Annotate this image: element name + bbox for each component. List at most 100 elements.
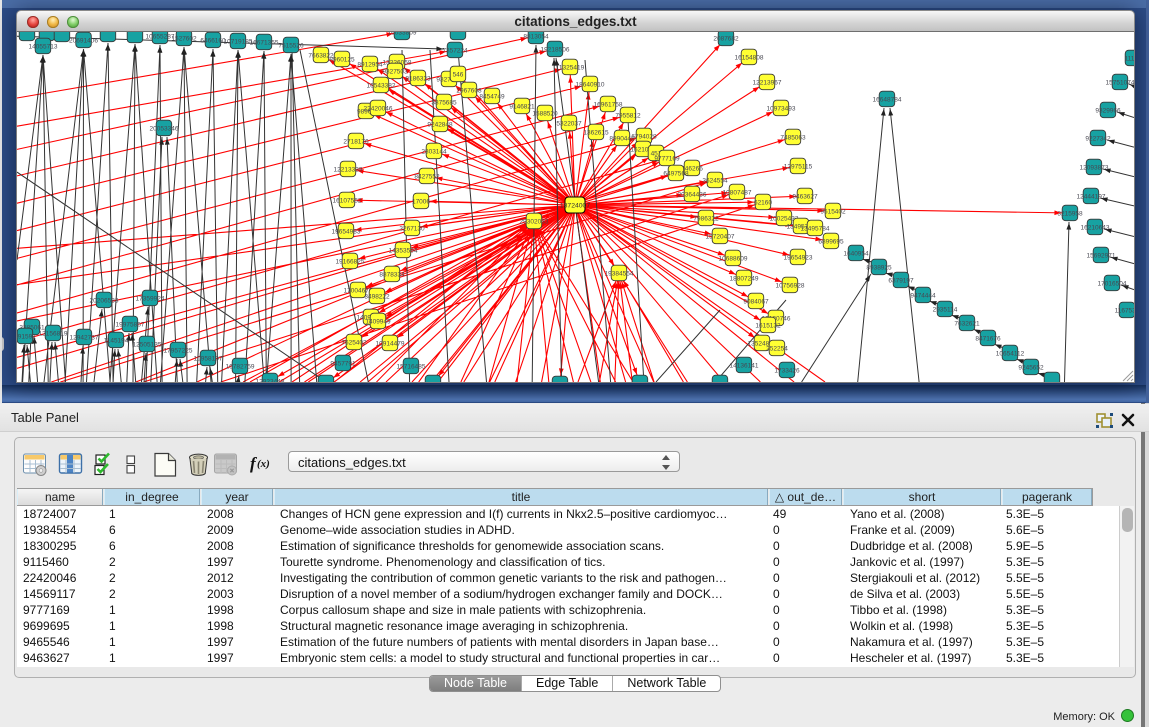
svg-text:12156819: 12156819 <box>39 330 68 337</box>
svg-text:16210643: 16210643 <box>1081 224 1110 231</box>
svg-text:16107552: 16107552 <box>333 197 362 204</box>
svg-text:12923448: 12923448 <box>256 378 285 382</box>
svg-text:15692971: 15692971 <box>1087 252 1116 259</box>
svg-text:18807249: 18807249 <box>730 275 759 282</box>
svg-text:1615132: 1615132 <box>755 322 781 329</box>
svg-text:12942737: 12942737 <box>70 334 99 341</box>
svg-text:7955812: 7955812 <box>615 112 641 119</box>
svg-text:3624554: 3624554 <box>702 177 728 184</box>
svg-text:20053346: 20053346 <box>150 125 179 132</box>
svg-text:10688609: 10688609 <box>719 255 748 262</box>
svg-text:1588520: 1588520 <box>532 110 558 117</box>
svg-text:3267130: 3267130 <box>399 225 425 232</box>
svg-text:10973493: 10973493 <box>767 105 796 112</box>
svg-text:9245652: 9245652 <box>1018 364 1044 371</box>
svg-text:12444197: 12444197 <box>1077 193 1106 200</box>
svg-text:10807487: 10807487 <box>723 189 752 196</box>
svg-text:22420046: 22420046 <box>364 105 393 112</box>
svg-text:2935114: 2935114 <box>933 306 958 313</box>
svg-text:8813054: 8813054 <box>523 33 549 40</box>
svg-text:14136141: 14136141 <box>730 362 759 369</box>
svg-text:7357224: 7357224 <box>442 47 468 54</box>
svg-text:10756928: 10756928 <box>776 282 805 289</box>
svg-text:10958107: 10958107 <box>194 355 223 362</box>
svg-text:9242848: 9242848 <box>427 121 453 128</box>
svg-text:2718176: 2718176 <box>343 138 369 145</box>
svg-text:12213339: 12213339 <box>334 166 363 173</box>
svg-text:19654983: 19654983 <box>332 228 361 235</box>
svg-text:1145194: 1145194 <box>104 337 129 344</box>
svg-text:16671355: 16671355 <box>250 39 279 46</box>
svg-text:6497568: 6497568 <box>663 170 689 177</box>
svg-text:19654923: 19654923 <box>784 254 813 261</box>
svg-text:8454749: 8454749 <box>479 93 505 100</box>
svg-text:3875685: 3875685 <box>431 99 457 106</box>
svg-text:9227342: 9227342 <box>1085 135 1111 142</box>
svg-text:8912954: 8912954 <box>357 61 383 68</box>
svg-text:16033809: 16033809 <box>388 32 417 36</box>
svg-text:16782759: 16782759 <box>226 363 255 370</box>
svg-text:18640910: 18640910 <box>576 81 605 88</box>
svg-text:1409949: 1409949 <box>365 318 391 325</box>
svg-text:8938925: 8938925 <box>866 264 892 271</box>
svg-text:3498222: 3498222 <box>364 293 390 300</box>
svg-text:14353594: 14353594 <box>389 247 418 254</box>
svg-text:20364436: 20364436 <box>678 191 707 198</box>
svg-text:1527602: 1527602 <box>171 35 197 42</box>
svg-text:15716485: 15716485 <box>397 363 426 370</box>
svg-text:17016504: 17016504 <box>1098 280 1127 287</box>
svg-text:11325419: 11325419 <box>556 64 585 71</box>
svg-text:16543382: 16543382 <box>367 82 396 89</box>
svg-text:10719185: 10719185 <box>224 38 253 45</box>
svg-text:8427552: 8427552 <box>414 173 440 180</box>
svg-text:14055713: 14055713 <box>29 43 58 50</box>
svg-text:9084067: 9084067 <box>743 298 769 305</box>
svg-text:9777169: 9777169 <box>654 155 680 162</box>
svg-text:2087682: 2087682 <box>713 35 739 42</box>
svg-text:12975115: 12975115 <box>784 163 813 170</box>
svg-text:6794028: 6794028 <box>631 133 657 140</box>
svg-text:546: 546 <box>453 71 464 78</box>
svg-text:13495784: 13495784 <box>801 225 830 232</box>
svg-text:29302033: 29302033 <box>520 218 549 225</box>
svg-text:12093873: 12093873 <box>1080 164 1109 171</box>
svg-text:9463627: 9463627 <box>792 193 818 200</box>
svg-text:18724007: 18724007 <box>560 202 590 209</box>
svg-text:9327503: 9327503 <box>382 68 408 75</box>
svg-text:16648784: 16648784 <box>873 96 902 103</box>
svg-text:(x): (x) <box>257 458 270 470</box>
svg-text:1362615: 1362615 <box>583 129 609 136</box>
svg-text:8186323: 8186323 <box>405 75 431 82</box>
svg-text:8471676: 8471676 <box>975 335 1001 342</box>
svg-text:16961758: 16961758 <box>594 101 623 108</box>
svg-text:15720407: 15720407 <box>706 233 735 240</box>
svg-text:6899695: 6899695 <box>818 238 844 245</box>
svg-text:7515526: 7515526 <box>278 42 304 49</box>
svg-text:5322037: 5322037 <box>556 120 582 127</box>
svg-text:62160: 62160 <box>754 199 772 206</box>
svg-text:7485063: 7485063 <box>780 134 806 141</box>
svg-text:6379197: 6379197 <box>888 277 914 284</box>
svg-text:10654112: 10654112 <box>996 350 1025 357</box>
svg-text:2803144: 2803144 <box>421 148 447 155</box>
svg-text:11123: 11123 <box>1124 55 1134 62</box>
svg-text:19384554: 19384554 <box>605 270 634 277</box>
svg-text:3215958: 3215958 <box>1057 210 1083 217</box>
svg-text:20691406: 20691406 <box>69 37 98 44</box>
svg-text:252254: 252254 <box>766 345 788 352</box>
svg-text:20206533: 20206533 <box>90 297 119 304</box>
svg-text:19166825: 19166825 <box>336 258 365 265</box>
svg-text:9474444: 9474444 <box>910 292 936 299</box>
svg-text:9329966: 9329966 <box>1095 107 1121 114</box>
svg-text:8960125: 8960125 <box>329 56 355 63</box>
svg-text:16154808: 16154808 <box>735 54 764 61</box>
svg-text:17957225: 17957225 <box>164 347 193 354</box>
svg-text:7986322: 7986322 <box>693 215 719 222</box>
svg-text:1167534: 1167534 <box>1115 307 1134 314</box>
svg-text:391591: 391591 <box>17 333 36 340</box>
svg-text:8878334: 8878334 <box>379 271 405 278</box>
svg-text:19218506: 19218506 <box>541 46 570 53</box>
svg-text:12505135: 12505135 <box>133 341 162 348</box>
svg-text:10914479: 10914479 <box>376 340 405 347</box>
svg-text:6466160: 6466160 <box>200 37 226 44</box>
